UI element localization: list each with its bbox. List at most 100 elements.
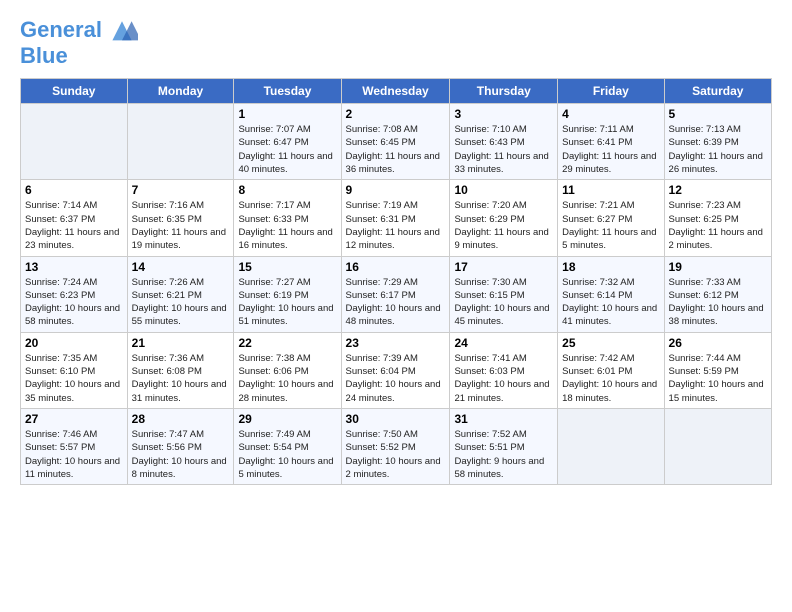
- calendar-cell: 5 Sunrise: 7:13 AMSunset: 6:39 PMDaylight…: [664, 104, 771, 180]
- day-number: 14: [132, 260, 230, 274]
- header: General Blue: [20, 16, 772, 68]
- page: General Blue SundayMondayTuesdayWednesda…: [0, 0, 792, 495]
- calendar-cell: 12 Sunrise: 7:23 AMSunset: 6:25 PMDayligh…: [664, 180, 771, 256]
- day-info: Sunrise: 7:33 AMSunset: 6:12 PMDaylight:…: [669, 276, 767, 329]
- day-number: 26: [669, 336, 767, 350]
- day-info: Sunrise: 7:52 AMSunset: 5:51 PMDaylight:…: [454, 428, 553, 481]
- calendar-cell: 29Sunrise: 7:49 AMSunset: 5:54 PMDayligh…: [234, 408, 341, 484]
- calendar-cell: 2 Sunrise: 7:08 AMSunset: 6:45 PMDaylight…: [341, 104, 450, 180]
- day-number: 31: [454, 412, 553, 426]
- day-number: 9: [346, 183, 446, 197]
- day-info: Sunrise: 7:21 AMSunset: 6:27 PMDaylight:…: [562, 199, 659, 252]
- day-info: Sunrise: 7:49 AMSunset: 5:54 PMDaylight:…: [238, 428, 336, 481]
- calendar-week-row: 27 Sunrise: 7:46 AMSunset: 5:57 PMDayligh…: [21, 408, 772, 484]
- calendar-cell: 8 Sunrise: 7:17 AMSunset: 6:33 PMDaylight…: [234, 180, 341, 256]
- day-number: 15: [238, 260, 336, 274]
- weekday-header: Thursday: [450, 79, 558, 104]
- calendar-cell: 19 Sunrise: 7:33 AMSunset: 6:12 PMDayligh…: [664, 256, 771, 332]
- day-number: 4: [562, 107, 659, 121]
- calendar-cell: 25 Sunrise: 7:42 AMSunset: 6:01 PMDayligh…: [558, 332, 664, 408]
- day-info: Sunrise: 7:46 AMSunset: 5:57 PMDaylight:…: [25, 428, 123, 481]
- calendar-cell: 24 Sunrise: 7:41 AMSunset: 6:03 PMDayligh…: [450, 332, 558, 408]
- logo: General Blue: [20, 16, 138, 68]
- day-number: 27: [25, 412, 123, 426]
- calendar-cell: 31 Sunrise: 7:52 AMSunset: 5:51 PMDayligh…: [450, 408, 558, 484]
- day-info: Sunrise: 7:50 AMSunset: 5:52 PMDaylight:…: [346, 428, 446, 481]
- day-info: Sunrise: 7:32 AMSunset: 6:14 PMDaylight:…: [562, 276, 659, 329]
- calendar-cell: 10 Sunrise: 7:20 AMSunset: 6:29 PMDayligh…: [450, 180, 558, 256]
- calendar-cell: 23 Sunrise: 7:39 AMSunset: 6:04 PMDayligh…: [341, 332, 450, 408]
- calendar-cell: 6 Sunrise: 7:14 AMSunset: 6:37 PMDaylight…: [21, 180, 128, 256]
- day-number: 17: [454, 260, 553, 274]
- calendar-cell: 17Sunrise: 7:30 AMSunset: 6:15 PMDayligh…: [450, 256, 558, 332]
- calendar-cell: 11Sunrise: 7:21 AMSunset: 6:27 PMDayligh…: [558, 180, 664, 256]
- calendar-cell: 3Sunrise: 7:10 AMSunset: 6:43 PMDaylight…: [450, 104, 558, 180]
- day-number: 19: [669, 260, 767, 274]
- day-info: Sunrise: 7:29 AMSunset: 6:17 PMDaylight:…: [346, 276, 446, 329]
- calendar-cell: 16 Sunrise: 7:29 AMSunset: 6:17 PMDayligh…: [341, 256, 450, 332]
- day-info: Sunrise: 7:16 AMSunset: 6:35 PMDaylight:…: [132, 199, 230, 252]
- day-number: 20: [25, 336, 123, 350]
- weekday-header: Sunday: [21, 79, 128, 104]
- weekday-header: Saturday: [664, 79, 771, 104]
- day-info: Sunrise: 7:35 AMSunset: 6:10 PMDaylight:…: [25, 352, 123, 405]
- day-info: Sunrise: 7:42 AMSunset: 6:01 PMDaylight:…: [562, 352, 659, 405]
- day-number: 22: [238, 336, 336, 350]
- calendar-cell: 27 Sunrise: 7:46 AMSunset: 5:57 PMDayligh…: [21, 408, 128, 484]
- day-number: 5: [669, 107, 767, 121]
- day-info: Sunrise: 7:10 AMSunset: 6:43 PMDaylight:…: [454, 123, 553, 176]
- day-info: Sunrise: 7:38 AMSunset: 6:06 PMDaylight:…: [238, 352, 336, 405]
- day-info: Sunrise: 7:23 AMSunset: 6:25 PMDaylight:…: [669, 199, 767, 252]
- calendar-cell: 21Sunrise: 7:36 AMSunset: 6:08 PMDayligh…: [127, 332, 234, 408]
- day-number: 18: [562, 260, 659, 274]
- day-info: Sunrise: 7:08 AMSunset: 6:45 PMDaylight:…: [346, 123, 446, 176]
- day-number: 23: [346, 336, 446, 350]
- day-info: Sunrise: 7:26 AMSunset: 6:21 PMDaylight:…: [132, 276, 230, 329]
- day-info: Sunrise: 7:36 AMSunset: 6:08 PMDaylight:…: [132, 352, 230, 405]
- day-info: Sunrise: 7:14 AMSunset: 6:37 PMDaylight:…: [25, 199, 123, 252]
- day-number: 12: [669, 183, 767, 197]
- day-info: Sunrise: 7:27 AMSunset: 6:19 PMDaylight:…: [238, 276, 336, 329]
- calendar-cell: 18 Sunrise: 7:32 AMSunset: 6:14 PMDayligh…: [558, 256, 664, 332]
- day-number: 28: [132, 412, 230, 426]
- calendar-cell: 26 Sunrise: 7:44 AMSunset: 5:59 PMDayligh…: [664, 332, 771, 408]
- day-info: Sunrise: 7:39 AMSunset: 6:04 PMDaylight:…: [346, 352, 446, 405]
- day-number: 16: [346, 260, 446, 274]
- day-info: Sunrise: 7:24 AMSunset: 6:23 PMDaylight:…: [25, 276, 123, 329]
- logo-text2: Blue: [20, 44, 138, 68]
- calendar-week-row: 6 Sunrise: 7:14 AMSunset: 6:37 PMDaylight…: [21, 180, 772, 256]
- calendar-cell: 4 Sunrise: 7:11 AMSunset: 6:41 PMDaylight…: [558, 104, 664, 180]
- day-number: 25: [562, 336, 659, 350]
- day-info: Sunrise: 7:11 AMSunset: 6:41 PMDaylight:…: [562, 123, 659, 176]
- weekday-header: Monday: [127, 79, 234, 104]
- logo-text: General: [20, 18, 102, 42]
- day-number: 6: [25, 183, 123, 197]
- calendar-cell: 30Sunrise: 7:50 AMSunset: 5:52 PMDayligh…: [341, 408, 450, 484]
- day-info: Sunrise: 7:44 AMSunset: 5:59 PMDaylight:…: [669, 352, 767, 405]
- calendar-week-row: 20 Sunrise: 7:35 AMSunset: 6:10 PMDayligh…: [21, 332, 772, 408]
- calendar-cell: 20 Sunrise: 7:35 AMSunset: 6:10 PMDayligh…: [21, 332, 128, 408]
- calendar-cell: 28Sunrise: 7:47 AMSunset: 5:56 PMDayligh…: [127, 408, 234, 484]
- calendar-cell: [664, 408, 771, 484]
- calendar-week-row: 13 Sunrise: 7:24 AMSunset: 6:23 PMDayligh…: [21, 256, 772, 332]
- weekday-header-row: SundayMondayTuesdayWednesdayThursdayFrid…: [21, 79, 772, 104]
- day-number: 24: [454, 336, 553, 350]
- day-number: 8: [238, 183, 336, 197]
- day-info: Sunrise: 7:17 AMSunset: 6:33 PMDaylight:…: [238, 199, 336, 252]
- calendar-cell: 22 Sunrise: 7:38 AMSunset: 6:06 PMDayligh…: [234, 332, 341, 408]
- day-number: 2: [346, 107, 446, 121]
- day-number: 13: [25, 260, 123, 274]
- day-info: Sunrise: 7:13 AMSunset: 6:39 PMDaylight:…: [669, 123, 767, 176]
- day-info: Sunrise: 7:41 AMSunset: 6:03 PMDaylight:…: [454, 352, 553, 405]
- weekday-header: Tuesday: [234, 79, 341, 104]
- calendar-cell: 7 Sunrise: 7:16 AMSunset: 6:35 PMDaylight…: [127, 180, 234, 256]
- day-info: Sunrise: 7:20 AMSunset: 6:29 PMDaylight:…: [454, 199, 553, 252]
- day-info: Sunrise: 7:19 AMSunset: 6:31 PMDaylight:…: [346, 199, 446, 252]
- calendar-cell: [21, 104, 128, 180]
- calendar-cell: 1Sunrise: 7:07 AMSunset: 6:47 PMDaylight…: [234, 104, 341, 180]
- weekday-header: Friday: [558, 79, 664, 104]
- day-number: 10: [454, 183, 553, 197]
- day-number: 7: [132, 183, 230, 197]
- calendar-cell: 9 Sunrise: 7:19 AMSunset: 6:31 PMDaylight…: [341, 180, 450, 256]
- calendar: SundayMondayTuesdayWednesdayThursdayFrid…: [20, 78, 772, 485]
